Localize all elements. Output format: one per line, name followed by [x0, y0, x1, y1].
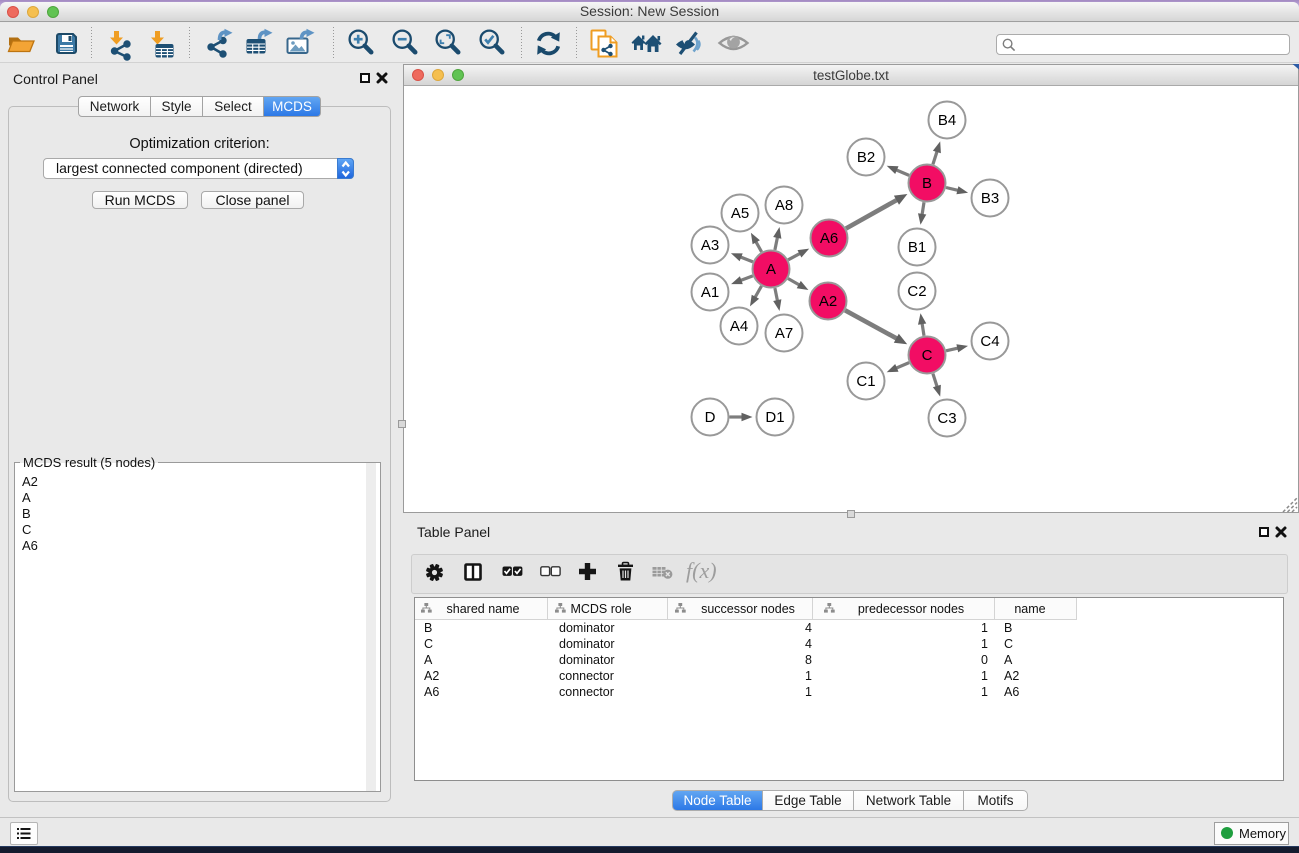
svg-text:A7: A7 — [775, 325, 793, 342]
svg-text:C: C — [922, 347, 933, 364]
svg-text:C1: C1 — [856, 373, 875, 390]
svg-text:A1: A1 — [701, 284, 719, 301]
svg-text:A6: A6 — [820, 230, 838, 247]
svg-text:A: A — [766, 261, 776, 278]
svg-text:A2: A2 — [819, 293, 837, 310]
svg-text:C2: C2 — [907, 283, 926, 300]
svg-text:C3: C3 — [937, 410, 956, 427]
svg-text:B: B — [922, 175, 932, 192]
svg-text:A8: A8 — [775, 197, 793, 214]
svg-text:B2: B2 — [857, 149, 875, 166]
svg-text:B1: B1 — [908, 239, 926, 256]
svg-text:A3: A3 — [701, 237, 719, 254]
svg-text:A4: A4 — [730, 318, 748, 335]
svg-text:A5: A5 — [731, 205, 749, 222]
svg-text:C4: C4 — [980, 333, 999, 350]
svg-text:B4: B4 — [938, 112, 956, 129]
svg-text:D: D — [705, 409, 716, 426]
svg-text:B3: B3 — [981, 190, 999, 207]
svg-text:D1: D1 — [765, 409, 784, 426]
